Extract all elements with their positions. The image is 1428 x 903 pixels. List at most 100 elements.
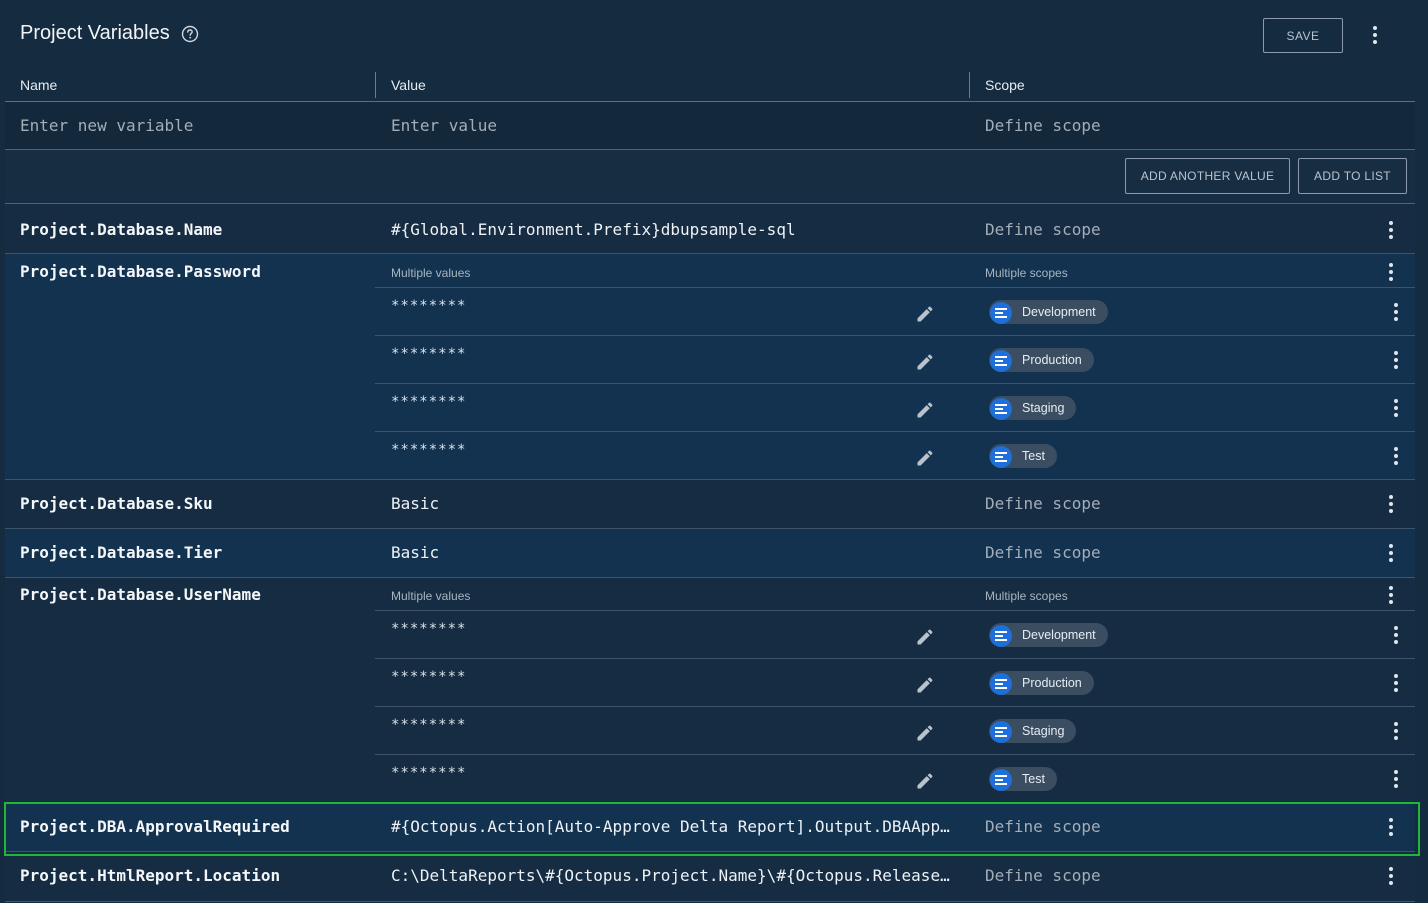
more-vert-icon[interactable]	[1386, 350, 1406, 370]
more-vert-icon[interactable]	[1386, 625, 1406, 645]
scope-chip[interactable]: Test	[989, 444, 1057, 468]
new-variable-actions: ADD ANOTHER VALUE ADD TO LIST	[5, 150, 1415, 204]
variable-row[interactable]: Project.Database.Name #{Global.Environme…	[5, 205, 1415, 254]
sensitive-value[interactable]: ********	[391, 394, 466, 410]
variable-value[interactable]: Basic	[391, 543, 439, 562]
scope-chip-label: Development	[1022, 305, 1096, 319]
variable-row[interactable]: Project.Database.UserName Multiple value…	[5, 578, 1415, 804]
column-headers: Name Value Scope	[5, 72, 1415, 102]
edit-pencil-icon[interactable]	[915, 627, 935, 647]
variable-row[interactable]: Project.Database.Sku Basic Define scope	[5, 480, 1415, 529]
edit-pencil-icon[interactable]	[915, 352, 935, 372]
variable-value-row[interactable]: ******** Development	[375, 610, 1415, 658]
sensitive-value[interactable]: ********	[391, 346, 466, 362]
sensitive-value[interactable]: ********	[391, 621, 466, 637]
column-divider[interactable]	[969, 72, 970, 98]
scope-chip-label: Staging	[1022, 724, 1065, 738]
environment-icon	[990, 301, 1012, 324]
help-circle-icon[interactable]	[181, 25, 199, 43]
more-vert-icon[interactable]	[1386, 302, 1406, 322]
edit-pencil-icon[interactable]	[915, 448, 935, 468]
more-vert-icon[interactable]	[1386, 398, 1406, 418]
scope-chip[interactable]: Production	[989, 671, 1094, 695]
add-another-value-button[interactable]: ADD ANOTHER VALUE	[1125, 158, 1290, 194]
column-divider[interactable]	[375, 72, 376, 98]
variable-row[interactable]: Project.Database.Password Multiple value…	[5, 254, 1415, 480]
scope-chip-label: Production	[1022, 353, 1082, 367]
variable-value[interactable]: C:\DeltaReports\#{Octopus.Project.Name}\…	[391, 866, 950, 885]
edit-pencil-icon[interactable]	[915, 304, 935, 324]
new-variable-name-input[interactable]: Enter new variable	[20, 116, 193, 135]
multiple-values-label: Multiple values	[391, 266, 471, 280]
variable-value-row[interactable]: ******** Staging	[375, 383, 1415, 431]
variable-name: Project.Database.Tier	[20, 543, 223, 562]
variable-scope[interactable]: Define scope	[985, 817, 1101, 836]
variable-value-row[interactable]: ******** Production	[375, 658, 1415, 706]
multiple-scopes-label: Multiple scopes	[985, 589, 1068, 603]
environment-icon	[990, 672, 1012, 695]
new-variable-value-input[interactable]: Enter value	[391, 116, 497, 135]
environment-icon	[990, 397, 1012, 420]
variable-value-row[interactable]: ******** Development	[375, 287, 1415, 335]
variable-row[interactable]: Project.DBA.ApprovalRequired #{Octopus.A…	[5, 804, 1415, 852]
scope-chip[interactable]: Test	[989, 767, 1057, 791]
more-vert-icon[interactable]	[1386, 446, 1406, 466]
variable-row[interactable]: Project.Database.Tier Basic Define scope	[5, 529, 1415, 578]
scope-chip[interactable]: Development	[989, 623, 1108, 647]
variable-value-row[interactable]: ******** Test	[375, 754, 1415, 802]
multiple-values-label: Multiple values	[391, 589, 471, 603]
variable-name: Project.HtmlReport.Location	[20, 866, 281, 885]
more-vert-icon[interactable]	[1381, 262, 1401, 282]
variable-scope[interactable]: Define scope	[985, 494, 1101, 513]
scope-chip[interactable]: Production	[989, 348, 1094, 372]
scope-chip-label: Staging	[1022, 401, 1065, 415]
add-to-list-button[interactable]: ADD TO LIST	[1298, 158, 1407, 194]
edit-pencil-icon[interactable]	[915, 771, 935, 791]
more-vert-icon[interactable]	[1381, 817, 1401, 837]
more-vert-icon[interactable]	[1386, 721, 1406, 741]
save-button[interactable]: SAVE	[1263, 18, 1343, 53]
edit-pencil-icon[interactable]	[915, 723, 935, 743]
variable-name: Project.Database.UserName	[20, 585, 261, 604]
variable-scope[interactable]: Define scope	[985, 543, 1101, 562]
environment-icon	[990, 349, 1012, 372]
sensitive-value[interactable]: ********	[391, 717, 466, 733]
sensitive-value[interactable]: ********	[391, 442, 466, 458]
more-vert-icon[interactable]	[1381, 543, 1401, 563]
sensitive-value[interactable]: ********	[391, 669, 466, 685]
new-variable-scope-input[interactable]: Define scope	[985, 116, 1101, 135]
variable-scope[interactable]: Define scope	[985, 866, 1101, 885]
scope-chip[interactable]: Staging	[989, 396, 1077, 420]
more-vert-icon[interactable]	[1365, 25, 1385, 45]
variable-value[interactable]: #{Global.Environment.Prefix}dbupsample-s…	[391, 220, 796, 239]
more-vert-icon[interactable]	[1381, 866, 1401, 886]
variable-value-row[interactable]: ******** Test	[375, 431, 1415, 479]
page-header: Project Variables SAVE	[0, 0, 1428, 70]
sensitive-value[interactable]: ********	[391, 765, 466, 781]
variable-row[interactable]: Project.HtmlReport.Location C:\DeltaRepo…	[5, 856, 1415, 902]
environment-icon	[990, 720, 1012, 743]
environment-icon	[990, 445, 1012, 468]
new-variable-row: Enter new variable Enter value Define sc…	[5, 102, 1415, 150]
variable-name: Project.Database.Password	[20, 262, 261, 281]
more-vert-icon[interactable]	[1386, 769, 1406, 789]
more-vert-icon[interactable]	[1381, 220, 1401, 240]
page-title: Project Variables	[20, 22, 170, 44]
more-vert-icon[interactable]	[1381, 585, 1401, 605]
more-vert-icon[interactable]	[1386, 673, 1406, 693]
column-header-value: Value	[391, 77, 426, 93]
edit-pencil-icon[interactable]	[915, 675, 935, 695]
sensitive-value[interactable]: ********	[391, 298, 466, 314]
scope-chip-label: Development	[1022, 628, 1096, 642]
variable-scope[interactable]: Define scope	[985, 220, 1101, 239]
variable-name: Project.Database.Sku	[20, 494, 213, 513]
variable-value-row[interactable]: ******** Staging	[375, 706, 1415, 754]
more-vert-icon[interactable]	[1381, 494, 1401, 514]
variable-value[interactable]: #{Octopus.Action[Auto-Approve Delta Repo…	[391, 817, 950, 836]
scope-chip[interactable]: Staging	[989, 719, 1077, 743]
edit-pencil-icon[interactable]	[915, 400, 935, 420]
scope-chip[interactable]: Development	[989, 300, 1108, 324]
environment-icon	[990, 624, 1012, 647]
variable-value-row[interactable]: ******** Production	[375, 335, 1415, 383]
variable-value[interactable]: Basic	[391, 494, 439, 513]
